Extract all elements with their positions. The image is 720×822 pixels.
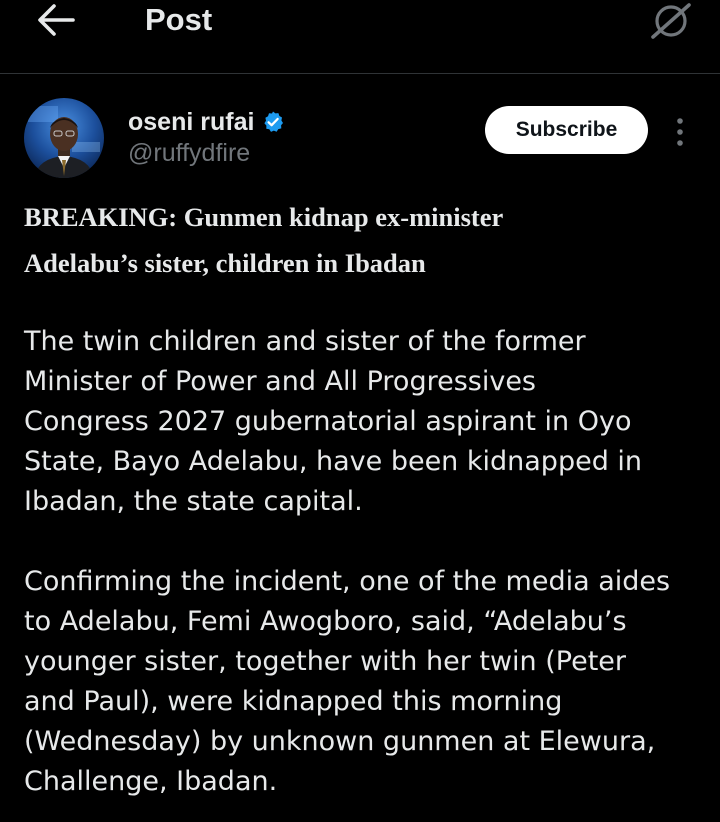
paragraph-line: to Adelabu, Femi Awogboro, said, “Adelab… <box>24 606 627 637</box>
author-name[interactable]: oseni rufai <box>128 107 285 137</box>
author-handle[interactable]: @ruffydfire <box>128 138 250 168</box>
more-options-button[interactable] <box>664 112 696 152</box>
post-paragraph-2: Confirming the incident, one of the medi… <box>24 562 704 802</box>
top-app-bar: Post <box>0 0 720 74</box>
arrow-left-icon <box>38 4 75 36</box>
headline-line: BREAKING: Gunmen kidnap ex-minister <box>24 202 504 232</box>
page-title: Post <box>145 2 213 37</box>
headline-line: Adelabu’s sister, children in Ibadan <box>24 248 426 278</box>
post-paragraph-1: The twin children and sister of the form… <box>24 322 704 522</box>
paragraph-line: Confirming the incident, one of the medi… <box>24 566 671 597</box>
more-vertical-icon <box>677 118 683 146</box>
paragraph-line: The twin children and sister of the form… <box>24 326 586 357</box>
paragraph-line: Congress 2027 gubernatorial aspirant in … <box>24 406 632 437</box>
grok-icon <box>651 3 691 39</box>
back-button[interactable] <box>34 0 78 40</box>
author-name-text: oseni rufai <box>128 108 255 136</box>
avatar[interactable] <box>24 98 104 178</box>
grok-button[interactable] <box>646 0 696 42</box>
paragraph-line: Challenge, Ibadan. <box>24 766 278 797</box>
avatar-image <box>24 98 104 178</box>
post-headline: BREAKING: Gunmen kidnap ex-minister Adel… <box>24 194 704 286</box>
paragraph-line: younger sister, together with her twin (… <box>24 646 627 677</box>
paragraph-line: Minister of Power and All Progressives <box>24 366 536 397</box>
paragraph-line: Ibadan, the state capital. <box>24 486 363 517</box>
paragraph-line: State, Bayo Adelabu, have been kidnapped… <box>24 446 643 477</box>
subscribe-button[interactable]: Subscribe <box>485 106 648 154</box>
paragraph-line: (Wednesday) by unknown gunmen at Elewura… <box>24 726 656 757</box>
paragraph-line: and Paul), were kidnapped this morning <box>24 686 563 717</box>
verified-badge-icon <box>264 111 284 132</box>
